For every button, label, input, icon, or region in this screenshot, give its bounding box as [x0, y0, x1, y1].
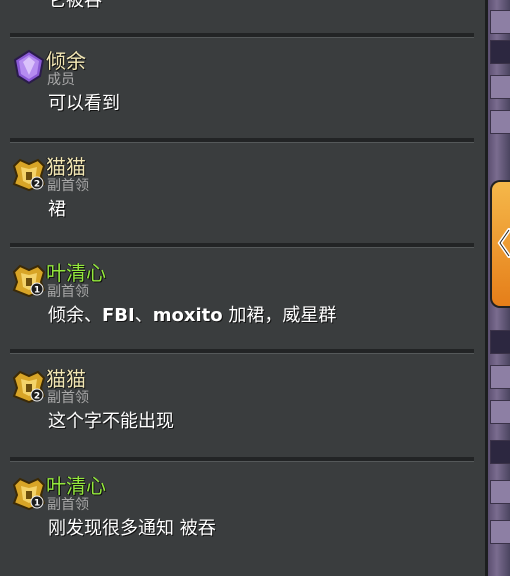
chevron-left-icon [497, 228, 510, 258]
sender-role: 成员 [47, 72, 75, 88]
message-text: 可以看到 [48, 93, 120, 114]
message-text-part: 倾余、 [48, 305, 102, 326]
message-text-part: 、 [134, 305, 153, 326]
gold-titan-badge-1-icon: 1 [12, 264, 46, 298]
badge-number: 2 [34, 180, 40, 190]
message-text-part: moxito [152, 305, 223, 326]
gold-titan-badge-2-icon: 2 [12, 158, 46, 192]
message-divider [10, 349, 474, 354]
message-divider [10, 138, 474, 143]
collapse-chat-tab[interactable] [490, 180, 510, 308]
chat-message[interactable]: 倾余 成员 可以看到 [10, 38, 470, 138]
sender-role: 副首领 [47, 497, 89, 513]
message-text: 这个字不能出现 [48, 411, 174, 432]
chat-message[interactable]: 2 猫猫 副首领 这个字不能出现 [10, 356, 470, 456]
background-tile [490, 400, 510, 424]
sender-role: 副首领 [47, 178, 89, 194]
chat-message[interactable]: 1 叶清心 副首领 刚发现很多通知 被吞 [10, 463, 470, 563]
badge-number: 1 [34, 499, 40, 509]
message-text: 裙 [48, 199, 66, 220]
background-tile [490, 440, 510, 464]
background-tile [490, 520, 510, 544]
background-tile [490, 75, 510, 99]
gold-titan-badge-2-icon: 2 [12, 370, 46, 404]
message-text: 倾余、FBI、moxito 加裙，威星群 [48, 301, 336, 327]
message-text-part: 加裙，威星群 [222, 305, 337, 326]
badge-number: 1 [34, 286, 40, 296]
badge-number: 2 [34, 392, 40, 402]
message-divider [10, 243, 474, 248]
background-tile [490, 330, 510, 354]
chat-message[interactable]: 1 叶清心 副首领 倾余、FBI、moxito 加裙，威星群 [10, 250, 470, 350]
gold-titan-badge-1-icon: 1 [12, 477, 46, 511]
message-text-part: FBI [102, 305, 135, 326]
message-text: 刚发现很多通知 被吞 [48, 518, 216, 539]
sender-role: 副首领 [47, 390, 89, 406]
background-tile [490, 40, 510, 64]
message-divider [10, 457, 474, 462]
clan-chat-panel: 它被吞 倾余 成员 可以看到 2 猫猫 副首领 裙 1 叶清心 副首领 倾余、F… [0, 0, 488, 576]
background-tile [490, 10, 510, 34]
background-tile [490, 110, 510, 134]
previous-message-text: 它被吞 [48, 0, 102, 11]
chat-message[interactable]: 2 猫猫 副首领 裙 [10, 144, 470, 244]
purple-league-badge-icon [13, 49, 45, 85]
background-tile [490, 365, 510, 389]
sender-role: 副首领 [47, 284, 89, 300]
background-tile [490, 480, 510, 504]
